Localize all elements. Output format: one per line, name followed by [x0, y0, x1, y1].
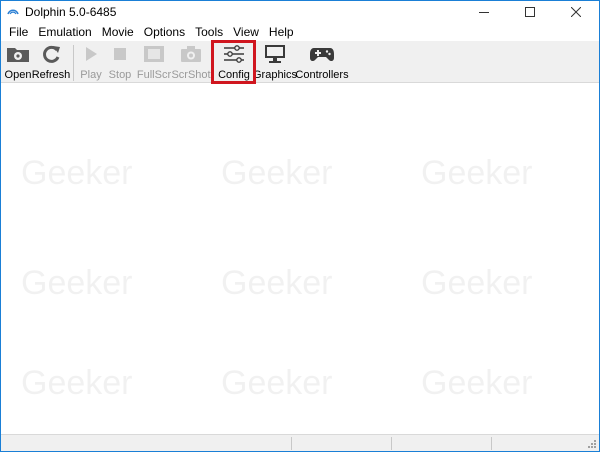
menu-tools[interactable]: Tools — [190, 23, 228, 41]
menu-bar: File Emulation Movie Options Tools View … — [1, 23, 599, 41]
game-list-area[interactable]: Geeker Geeker Geeker Geeker Geeker Geeke… — [1, 84, 599, 434]
status-bar — [1, 434, 599, 451]
watermark-text: Geeker — [421, 264, 533, 302]
maximize-icon — [525, 7, 535, 17]
watermark: Geeker — [21, 124, 171, 214]
gamepad-icon — [310, 48, 334, 62]
toolbar-separator — [73, 45, 74, 81]
play-label: Play — [80, 69, 102, 81]
refresh-icon — [43, 45, 60, 63]
watermark: Geeker — [221, 124, 371, 214]
watermark: Geeker — [21, 334, 171, 424]
toolbar: Open Refresh Play Stop FullScr ScrShot C… — [1, 41, 599, 83]
stop-label: Stop — [108, 69, 132, 81]
scrshot-button[interactable]: ScrShot — [171, 43, 211, 83]
minimize-button[interactable] — [461, 1, 507, 23]
watermark: Geeker — [421, 234, 571, 324]
watermark-text: Geeker — [21, 154, 133, 192]
maximize-button[interactable] — [507, 1, 553, 23]
watermark: Geeker — [421, 124, 571, 214]
watermark-text: Geeker — [221, 154, 333, 192]
watermark: Geeker — [221, 334, 371, 424]
play-button[interactable]: Play — [79, 43, 103, 83]
dolphin-window: Dolphin 5.0-6485 File Emulation Movie Op… — [0, 0, 600, 452]
refresh-label: Refresh — [31, 69, 71, 81]
open-label: Open — [4, 69, 32, 81]
menu-file[interactable]: File — [4, 23, 33, 41]
resize-grip-icon[interactable] — [587, 439, 597, 449]
watermark-text: Geeker — [421, 364, 533, 402]
camera-icon — [181, 46, 201, 62]
watermark-text: Geeker — [21, 264, 133, 302]
menu-emulation[interactable]: Emulation — [33, 23, 96, 41]
graphics-label: Graphics — [252, 69, 298, 81]
monitor-icon — [265, 45, 285, 63]
config-highlight-box — [211, 40, 256, 84]
status-divider — [291, 437, 292, 450]
controllers-label: Controllers — [295, 69, 349, 81]
fullscreen-icon — [144, 46, 164, 62]
controllers-button[interactable]: Controllers — [295, 43, 349, 83]
menu-view[interactable]: View — [228, 23, 264, 41]
stop-button[interactable]: Stop — [108, 43, 132, 83]
folder-icon — [7, 48, 29, 62]
scrshot-label: ScrShot — [171, 69, 211, 81]
status-divider — [491, 437, 492, 450]
window-title: Dolphin 5.0-6485 — [25, 5, 117, 19]
watermark: Geeker — [21, 234, 171, 324]
title-bar[interactable]: Dolphin 5.0-6485 — [1, 1, 599, 23]
open-button[interactable]: Open — [4, 43, 32, 83]
graphics-button[interactable]: Graphics — [252, 43, 298, 83]
fullscr-label: FullScr — [136, 69, 172, 81]
fullscr-button[interactable]: FullScr — [136, 43, 172, 83]
watermark-text: Geeker — [221, 264, 333, 302]
menu-movie[interactable]: Movie — [97, 23, 139, 41]
watermark-text: Geeker — [21, 364, 133, 402]
watermark: Geeker — [221, 234, 371, 324]
close-button[interactable] — [553, 1, 599, 23]
refresh-button[interactable]: Refresh — [31, 43, 71, 83]
close-icon — [571, 7, 581, 17]
dolphin-app-icon — [7, 9, 19, 15]
play-icon — [86, 47, 97, 61]
watermark-text: Geeker — [421, 154, 533, 192]
minimize-icon — [479, 12, 489, 13]
watermark-text: Geeker — [221, 364, 333, 402]
menu-options[interactable]: Options — [139, 23, 190, 41]
stop-icon — [114, 48, 126, 60]
menu-help[interactable]: Help — [264, 23, 299, 41]
status-divider — [391, 437, 392, 450]
watermark: Geeker — [421, 334, 571, 424]
